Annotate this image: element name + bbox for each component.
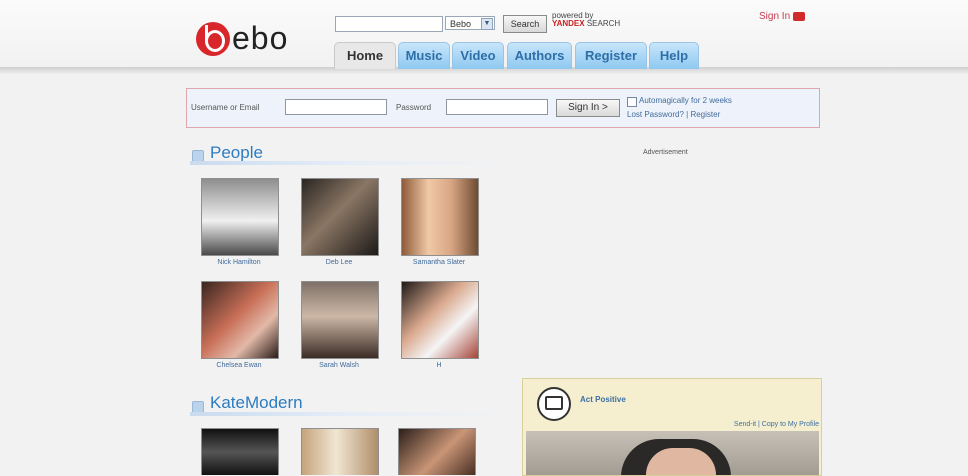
chevron-down-icon[interactable]: ▼ bbox=[481, 18, 493, 30]
search-button[interactable]: Search bbox=[503, 15, 547, 33]
people-photo[interactable] bbox=[401, 281, 479, 359]
katemodern-heading: KateModern bbox=[210, 393, 303, 412]
act-positive-panel: Act Positive Send-it | Copy to My Profil… bbox=[522, 378, 822, 476]
tab-video[interactable]: Video bbox=[452, 42, 504, 69]
powered-search-text: SEARCH bbox=[586, 19, 621, 28]
people-name[interactable]: H bbox=[389, 362, 489, 369]
lost-password-link[interactable]: Lost Password? bbox=[627, 110, 684, 119]
tab-music[interactable]: Music bbox=[398, 42, 450, 69]
katemodern-photo[interactable] bbox=[201, 428, 279, 475]
tab-help[interactable]: Help bbox=[649, 42, 699, 69]
login-bar: Username or Email Password Sign In > Aut… bbox=[186, 88, 820, 128]
page: ebo Bebo ▼ Search powered by YANDEX SEAR… bbox=[0, 0, 968, 476]
people-name[interactable]: Nick Hamilton bbox=[189, 259, 289, 266]
people-name[interactable]: Samantha Slater bbox=[389, 259, 489, 266]
remember-checkbox[interactable] bbox=[627, 97, 637, 107]
search-scope-value: Bebo bbox=[450, 19, 472, 29]
people-photo[interactable] bbox=[201, 281, 279, 359]
tab-register[interactable]: Register bbox=[575, 42, 647, 69]
act-positive-title[interactable]: Act Positive bbox=[580, 395, 626, 404]
sign-in-icon bbox=[793, 11, 806, 21]
password-label: Password bbox=[396, 103, 432, 112]
username-field[interactable] bbox=[285, 99, 387, 115]
people-name[interactable]: Chelsea Ewan bbox=[189, 362, 289, 369]
people-photo[interactable] bbox=[301, 178, 379, 256]
people-photo[interactable] bbox=[201, 178, 279, 256]
sign-in-link[interactable]: Sign In bbox=[759, 11, 806, 22]
tv-icon bbox=[537, 387, 571, 421]
people-photo[interactable] bbox=[401, 178, 479, 256]
people-divider bbox=[190, 161, 512, 165]
password-field[interactable] bbox=[446, 99, 548, 115]
advertisement-label: Advertisement bbox=[643, 149, 688, 156]
search-scope-select[interactable]: Bebo ▼ bbox=[445, 16, 495, 30]
search-input[interactable] bbox=[335, 16, 443, 32]
bebo-logo[interactable]: ebo bbox=[196, 20, 306, 62]
katemodern-photo[interactable] bbox=[398, 428, 476, 475]
register-link[interactable]: Register bbox=[690, 110, 720, 119]
people-heading: People bbox=[210, 143, 263, 162]
people-photo[interactable] bbox=[301, 281, 379, 359]
sign-in-button[interactable]: Sign In > bbox=[556, 99, 620, 117]
yandex-logo-text: YANDEX bbox=[552, 19, 585, 28]
login-links: Lost Password? | Register bbox=[627, 110, 721, 119]
username-label: Username or Email bbox=[191, 103, 260, 112]
remember-label: Automagically for 2 weeks bbox=[639, 96, 732, 105]
bebo-logo-text: ebo bbox=[232, 20, 289, 56]
powered-by-yandex: powered by YANDEX SEARCH bbox=[552, 12, 620, 28]
people-name[interactable]: Sarah Walsh bbox=[289, 362, 389, 369]
katemodern-divider bbox=[190, 412, 512, 416]
katemodern-photo[interactable] bbox=[301, 428, 379, 475]
people-name[interactable]: Deb Lee bbox=[289, 259, 389, 266]
tab-authors[interactable]: Authors bbox=[507, 42, 572, 69]
act-positive-links[interactable]: Send-it | Copy to My Profile bbox=[734, 421, 819, 428]
tab-home[interactable]: Home bbox=[334, 42, 396, 69]
act-positive-image[interactable] bbox=[526, 431, 819, 475]
bebo-logo-mark bbox=[196, 22, 230, 56]
sign-in-label: Sign In bbox=[759, 11, 791, 22]
